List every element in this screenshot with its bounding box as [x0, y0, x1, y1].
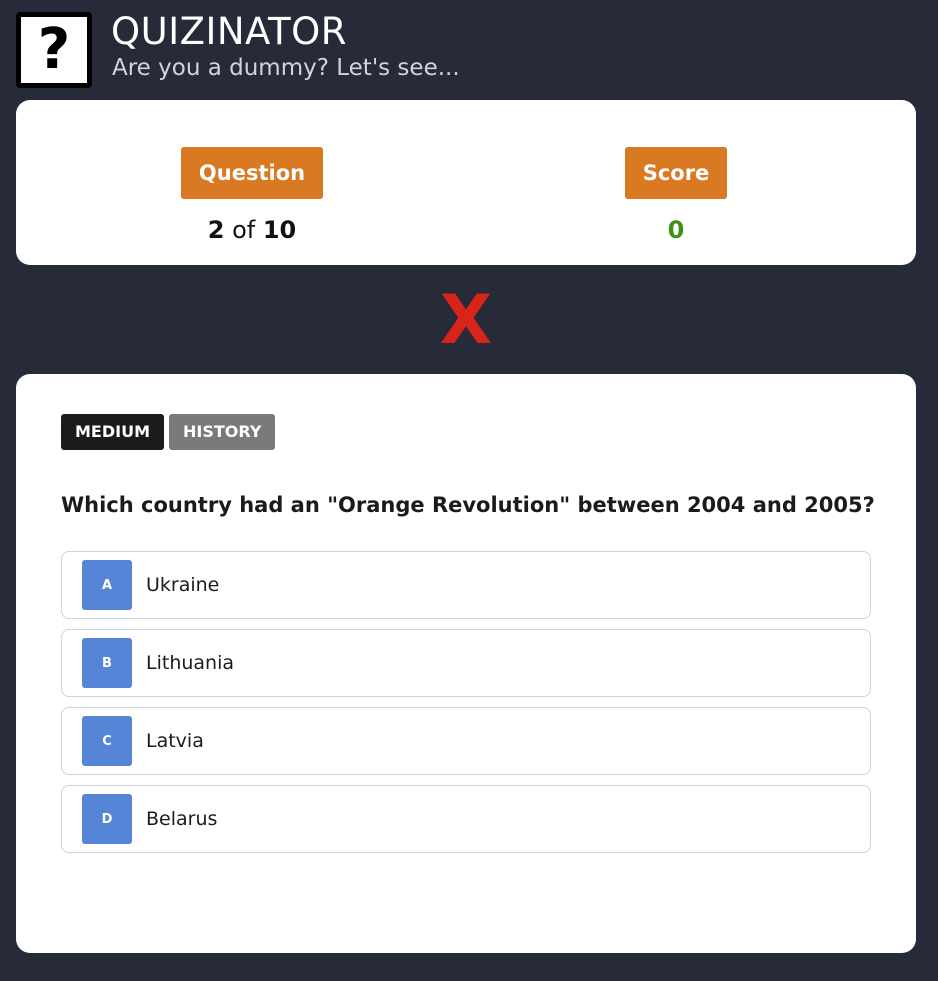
question-of: of	[232, 216, 256, 244]
answer-option-b[interactable]: B Lithuania	[61, 629, 871, 697]
question-text: Which country had an "Orange Revolution"…	[61, 493, 875, 517]
answer-text: Belarus	[146, 808, 218, 830]
answer-letter-badge: B	[82, 638, 132, 688]
question-total: 10	[262, 216, 297, 244]
answer-list: A Ukraine B Lithuania C Latvia D Belarus	[61, 551, 871, 863]
answer-letter-badge: D	[82, 794, 132, 844]
app-subtitle: Are you a dummy? Let's see...	[112, 55, 460, 81]
question-counter: Question 2 of 10	[180, 147, 324, 245]
answer-text: Ukraine	[146, 574, 220, 596]
answer-letter-badge: A	[82, 560, 132, 610]
app-header: ? QUIZINATOR Are you a dummy? Let's see.…	[16, 12, 916, 88]
answer-text: Lithuania	[146, 652, 235, 674]
status-card: Question 2 of 10 Score 0	[16, 100, 916, 265]
answer-text: Latvia	[146, 730, 204, 752]
logo-glyph: ?	[37, 17, 71, 82]
question-tags: MEDIUM HISTORY	[61, 414, 276, 450]
question-label: Question	[180, 147, 324, 199]
answer-letter-badge: C	[82, 716, 132, 766]
score-counter: Score 0	[624, 147, 728, 245]
app-title: QUIZINATOR	[111, 10, 347, 53]
score-value: 0	[667, 216, 685, 244]
difficulty-badge: MEDIUM	[61, 414, 164, 450]
question-card: MEDIUM HISTORY Which country had an "Ora…	[16, 374, 916, 953]
score-label: Score	[624, 147, 728, 199]
wrong-x-icon: X	[439, 281, 493, 360]
question-progress: 2 of 10	[208, 215, 297, 245]
question-current: 2	[207, 216, 225, 244]
answer-option-d[interactable]: D Belarus	[61, 785, 871, 853]
answer-option-c[interactable]: C Latvia	[61, 707, 871, 775]
category-badge: HISTORY	[169, 414, 276, 450]
answer-option-a[interactable]: A Ukraine	[61, 551, 871, 619]
question-mark-icon: ?	[16, 12, 92, 88]
